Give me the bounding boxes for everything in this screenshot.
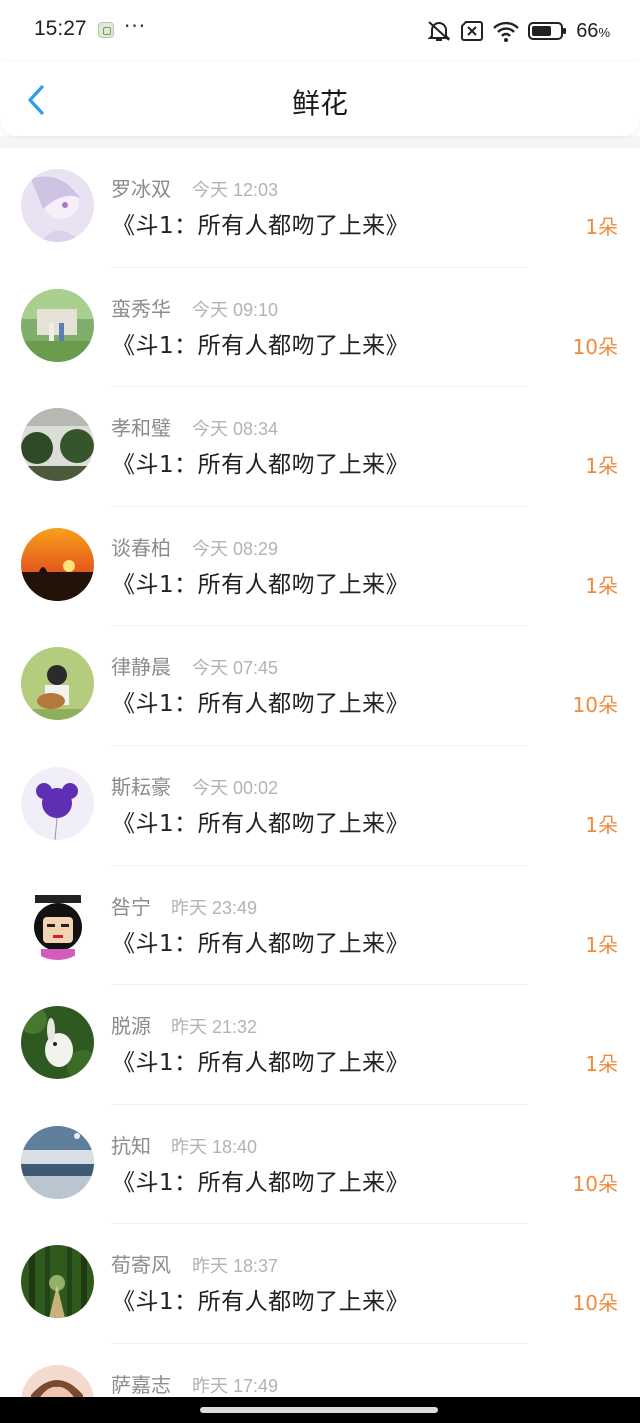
flower-count: 1朵: [585, 215, 618, 239]
sender-name: 蛮秀华: [111, 296, 171, 321]
list-item[interactable]: 荀寄风 昨天 18:37 《斗1：所有人都吻了上来》 10朵: [0, 1224, 640, 1344]
flower-gift-list: 罗冰双 今天 12:03 《斗1：所有人都吻了上来》 1朵 蛮秀华 今天 09:…: [0, 148, 640, 1423]
list-item[interactable]: 蛮秀华 今天 09:10 《斗1：所有人都吻了上来》 10朵: [0, 268, 640, 388]
list-item[interactable]: 斯耘豪 今天 00:02 《斗1：所有人都吻了上来》 1朵: [0, 746, 640, 866]
flower-count: 10朵: [572, 1171, 618, 1196]
avatar[interactable]: [21, 647, 94, 721]
page-title: 鲜花: [291, 87, 348, 120]
avatar[interactable]: [21, 1125, 94, 1199]
app-notification-icon: [98, 22, 114, 38]
sent-time: 昨天 18:40: [171, 1136, 258, 1157]
flower-count: 1朵: [585, 1052, 618, 1077]
flower-count: 10朵: [572, 693, 618, 718]
book-title: 《斗1：所有人都吻了上来》: [112, 213, 410, 239]
avatar[interactable]: [21, 169, 94, 242]
flower-count: 10朵: [572, 1291, 618, 1316]
sender-name: 律静晨: [111, 655, 171, 680]
sent-time: 昨天 23:49: [171, 897, 258, 918]
no-sim-icon: [461, 21, 484, 41]
mute-icon: [427, 21, 451, 41]
header: 鲜花: [0, 62, 640, 136]
sender-name: 萨嘉志: [111, 1372, 171, 1397]
status-bar: 15:27 ··· 66%: [0, 0, 640, 62]
list-item[interactable]: 罗冰双 今天 12:03 《斗1：所有人都吻了上来》 1朵: [0, 148, 640, 268]
sender-name: 荀寄风: [111, 1253, 171, 1278]
more-notifications-icon: ···: [124, 14, 147, 38]
sender-name: 咎宁: [111, 894, 151, 919]
book-title: 《斗1：所有人都吻了上来》: [112, 1050, 410, 1077]
sent-time: 昨天 18:37: [192, 1256, 279, 1277]
list-item[interactable]: 抗知 昨天 18:40 《斗1：所有人都吻了上来》 10朵: [0, 1105, 640, 1225]
book-title: 《斗1：所有人都吻了上来》: [112, 691, 410, 718]
list-item[interactable]: 咎宁 昨天 23:49 《斗1：所有人都吻了上来》 1朵: [0, 866, 640, 986]
book-title: 《斗1：所有人都吻了上来》: [112, 810, 410, 837]
sender-name: 脱源: [111, 1014, 151, 1039]
sent-time: 昨天 21:32: [171, 1017, 258, 1038]
status-time: 15:27: [34, 17, 87, 40]
list-item[interactable]: 脱源 昨天 21:32 《斗1：所有人都吻了上来》 1朵: [0, 985, 640, 1105]
navigation-bar: [0, 1397, 640, 1423]
sent-time: 今天 12:03: [192, 180, 279, 200]
sent-time: 今天 08:29: [192, 538, 279, 559]
avatar[interactable]: [21, 408, 94, 482]
flower-count: 1朵: [585, 454, 618, 479]
sender-name: 谈春柏: [111, 535, 171, 560]
sender-name: 斯耘豪: [111, 774, 171, 799]
sender-name: 抗知: [111, 1133, 151, 1158]
avatar[interactable]: [21, 288, 94, 362]
flower-count: 1朵: [585, 812, 618, 837]
sent-time: 今天 08:34: [192, 419, 279, 440]
flower-count: 1朵: [585, 573, 618, 598]
wifi-icon: [493, 21, 520, 42]
avatar[interactable]: [21, 766, 94, 840]
battery-icon: [528, 22, 567, 40]
book-title: 《斗1：所有人都吻了上来》: [112, 452, 410, 479]
book-title: 《斗1：所有人都吻了上来》: [112, 930, 410, 957]
home-indicator[interactable]: [200, 1407, 438, 1413]
book-title: 《斗1：所有人都吻了上来》: [112, 1289, 410, 1316]
avatar[interactable]: [21, 527, 94, 601]
avatar[interactable]: [21, 1006, 94, 1080]
avatar[interactable]: [21, 1245, 94, 1319]
sent-time: 今天 00:02: [192, 777, 279, 798]
avatar[interactable]: [21, 886, 94, 960]
book-title: 《斗1：所有人都吻了上来》: [112, 332, 410, 359]
list-item[interactable]: 谈春柏 今天 08:29 《斗1：所有人都吻了上来》 1朵: [0, 507, 640, 627]
sent-time: 今天 09:10: [192, 299, 279, 320]
flower-count: 1朵: [585, 932, 618, 957]
battery-level: 66%: [576, 19, 610, 42]
sent-time: 今天 07:45: [192, 658, 279, 679]
section-gap: [0, 136, 640, 148]
status-icons: 66%: [426, 16, 610, 46]
book-title: 《斗1：所有人都吻了上来》: [112, 1169, 410, 1196]
book-title: 《斗1：所有人都吻了上来》: [112, 571, 410, 598]
sent-time: 昨天 17:49: [192, 1375, 279, 1396]
sender-name: 罗冰双: [111, 177, 171, 201]
list-item[interactable]: 孝和璧 今天 08:34 《斗1：所有人都吻了上来》 1朵: [0, 387, 640, 507]
flower-count: 10朵: [572, 334, 618, 359]
sender-name: 孝和璧: [111, 416, 171, 441]
list-item[interactable]: 律静晨 今天 07:45 《斗1：所有人都吻了上来》 10朵: [0, 626, 640, 746]
